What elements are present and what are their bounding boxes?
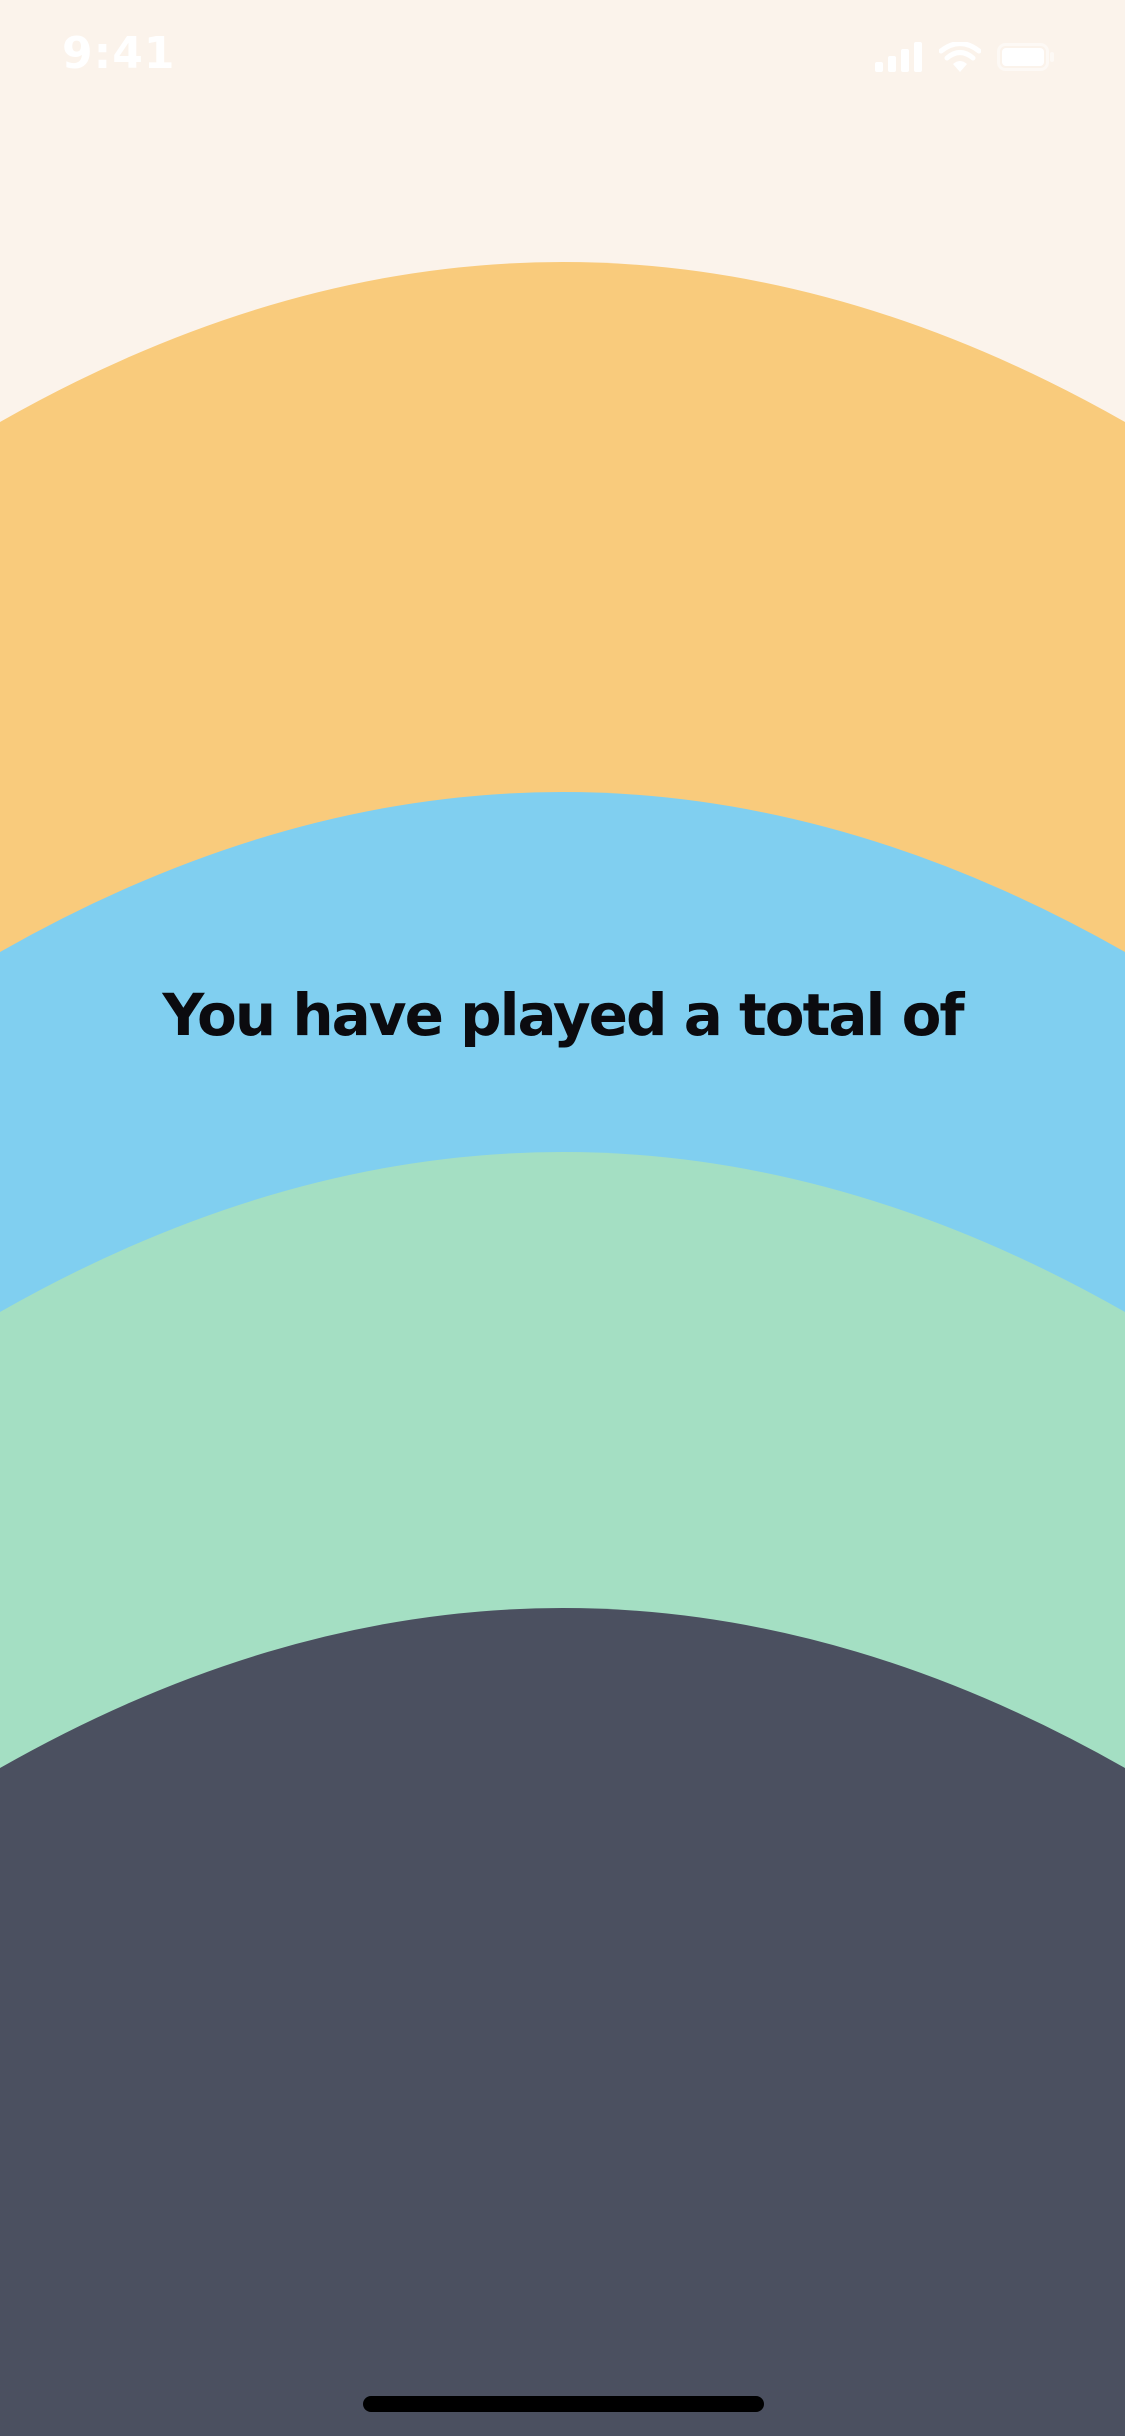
arc-dark bbox=[0, 1608, 1125, 2436]
screen: 9:41 You have played a total of bbox=[0, 0, 1125, 2436]
wifi-icon bbox=[939, 42, 981, 72]
battery-icon bbox=[997, 43, 1055, 71]
total-played-headline: You have played a total of bbox=[162, 981, 964, 1049]
status-bar: 9:41 bbox=[0, 0, 1125, 120]
cellular-signal-icon bbox=[875, 42, 923, 72]
status-icons bbox=[875, 40, 1055, 74]
status-time: 9:41 bbox=[62, 28, 176, 79]
home-indicator bbox=[363, 2396, 764, 2412]
rainbow-arcs-background bbox=[0, 0, 1125, 2436]
